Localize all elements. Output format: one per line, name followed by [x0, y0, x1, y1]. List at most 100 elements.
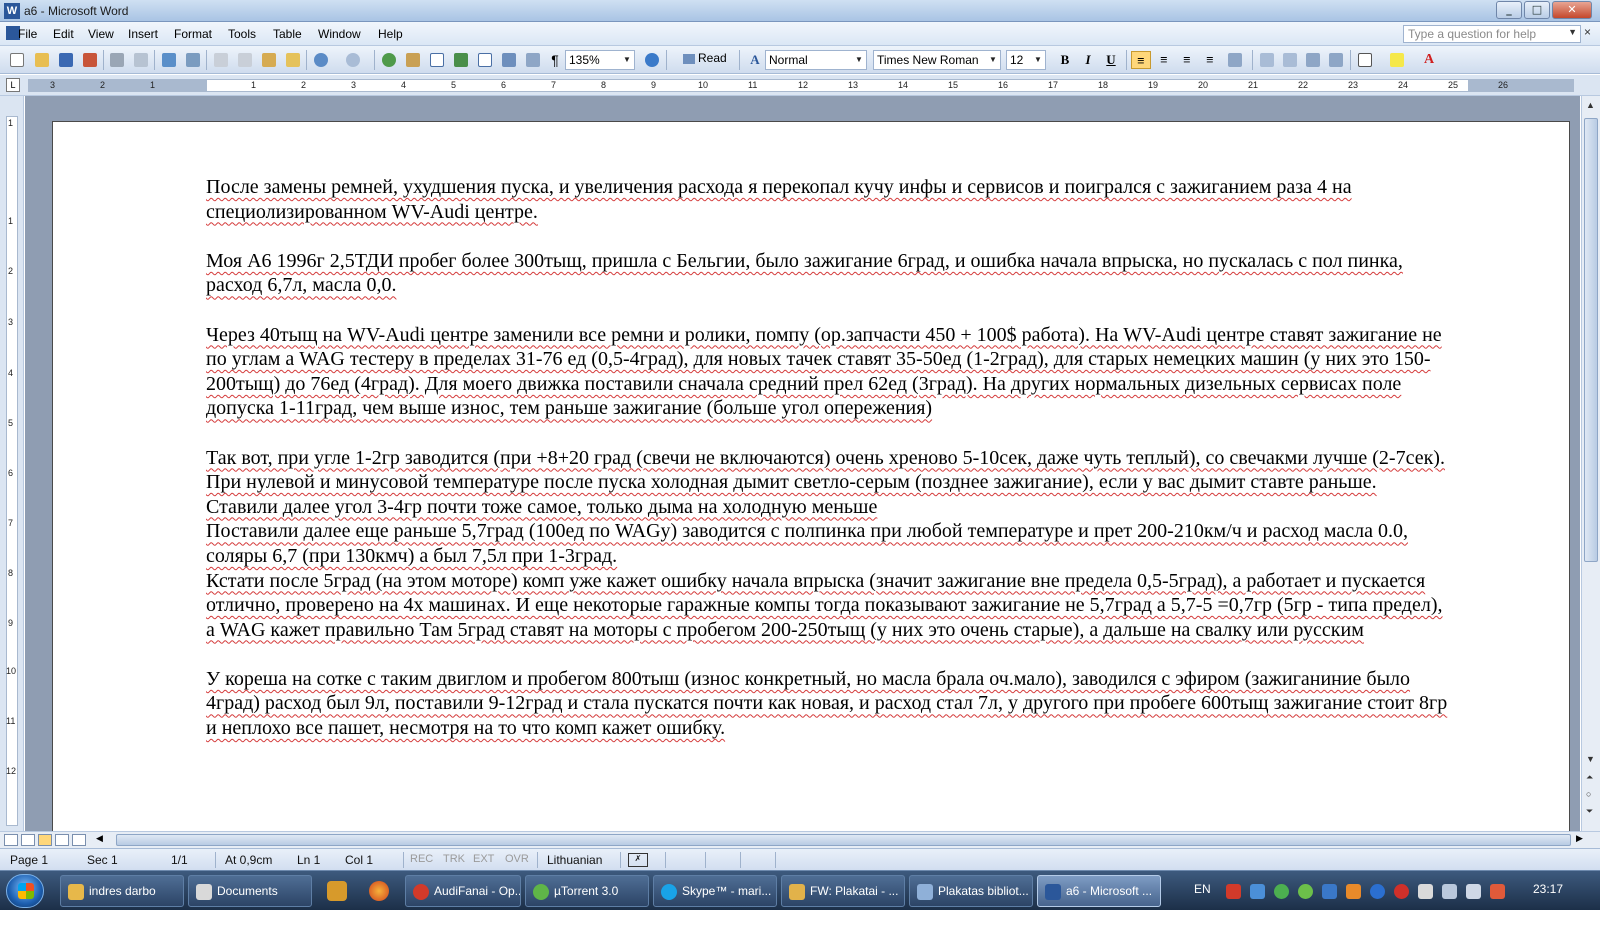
- tray-messenger-icon[interactable]: [1298, 884, 1313, 899]
- print-layout-icon[interactable]: [38, 834, 52, 846]
- menu-view[interactable]: View: [88, 27, 114, 41]
- scroll-right-icon[interactable]: ▶: [1576, 833, 1583, 844]
- taskbar-item[interactable]: Skype™ - mari...: [653, 875, 777, 907]
- chevron-down-icon[interactable]: ▼: [621, 52, 633, 68]
- taskbar-item-active[interactable]: a6 - Microsoft ...: [1037, 875, 1161, 907]
- maximize-button[interactable]: □: [1524, 1, 1550, 19]
- status-trk[interactable]: TRK: [443, 853, 465, 865]
- document-map-icon[interactable]: [524, 51, 542, 69]
- justify-button[interactable]: ≡: [1200, 51, 1220, 69]
- bluetooth-icon[interactable]: [1322, 884, 1337, 899]
- line-spacing-icon[interactable]: [1226, 51, 1244, 69]
- align-left-button[interactable]: ≡: [1131, 51, 1151, 69]
- reading-layout-icon[interactable]: [72, 834, 86, 846]
- select-browse-object-icon[interactable]: ○: [1586, 789, 1591, 799]
- hyperlink-icon[interactable]: [380, 51, 398, 69]
- tray-update-icon[interactable]: [1346, 884, 1361, 899]
- minimize-button[interactable]: _: [1496, 1, 1522, 19]
- show-hide-icon[interactable]: ¶: [546, 51, 564, 69]
- help-search-input[interactable]: Type a question for help ▼: [1403, 25, 1581, 43]
- menu-edit[interactable]: Edit: [53, 27, 74, 41]
- chevron-down-icon[interactable]: ▼: [987, 52, 999, 68]
- underline-button[interactable]: U: [1101, 51, 1121, 69]
- italic-button[interactable]: I: [1078, 51, 1098, 69]
- normal-view-icon[interactable]: [4, 834, 18, 846]
- align-center-button[interactable]: ≡: [1154, 51, 1174, 69]
- horizontal-ruler[interactable]: L 3 2 1 1 2 3 4 5 6 7 8 9 10 11 12 13 14…: [0, 75, 1600, 96]
- paragraph[interactable]: Поставили далее еще раньше 5,7град (100е…: [206, 519, 1451, 568]
- firefox-icon[interactable]: [369, 881, 389, 901]
- borders-icon[interactable]: [1356, 51, 1374, 69]
- taskbar-item[interactable]: µTorrent 3.0: [525, 875, 649, 907]
- input-language[interactable]: EN: [1194, 882, 1211, 896]
- taskbar-item[interactable]: indres darbo: [60, 875, 184, 907]
- scroll-left-icon[interactable]: ◀: [96, 833, 103, 844]
- previous-page-icon[interactable]: ⏶: [1586, 772, 1593, 783]
- paragraph[interactable]: Через 40тыщ на WV-Audi центре заменили в…: [206, 323, 1451, 421]
- open-folder-icon[interactable]: [33, 51, 51, 69]
- taskbar-item[interactable]: FW: Plakatai - ...: [781, 875, 905, 907]
- print-preview-icon[interactable]: [132, 51, 150, 69]
- paragraph[interactable]: Ставили далее угол 3-4гр почти тоже само…: [206, 495, 1451, 520]
- format-painter-icon[interactable]: [284, 51, 302, 69]
- status-ovr[interactable]: OVR: [505, 853, 529, 865]
- document-body[interactable]: После замены ремней, ухудшения пуска, и …: [206, 175, 1451, 741]
- close-button[interactable]: ✕: [1552, 1, 1592, 19]
- spelling-icon[interactable]: [160, 51, 178, 69]
- menu-window[interactable]: Window: [318, 27, 361, 41]
- tables-borders-icon[interactable]: [404, 51, 422, 69]
- help-icon[interactable]: [643, 51, 661, 69]
- paste-icon[interactable]: [260, 51, 278, 69]
- insert-excel-icon[interactable]: [452, 51, 470, 69]
- paragraph[interactable]: У кореша на сотке с таким двиглом и проб…: [206, 667, 1451, 741]
- document-page[interactable]: После замены ремней, ухудшения пуска, и …: [52, 121, 1570, 831]
- spelling-status-icon[interactable]: ✗: [628, 853, 648, 867]
- tray-flag-icon[interactable]: [1490, 884, 1505, 899]
- chevron-down-icon[interactable]: ▼: [853, 52, 865, 68]
- redo-icon[interactable]: [344, 51, 362, 69]
- cut-icon[interactable]: [212, 51, 230, 69]
- bold-button[interactable]: B: [1055, 51, 1075, 69]
- menu-table[interactable]: Table: [273, 27, 302, 41]
- volume-icon[interactable]: [1466, 884, 1481, 899]
- scroll-down-icon[interactable]: ▼: [1586, 754, 1595, 764]
- drawing-icon[interactable]: [500, 51, 518, 69]
- new-document-icon[interactable]: [8, 51, 26, 69]
- tray-network-icon[interactable]: [1250, 884, 1265, 899]
- tab-selector[interactable]: L: [6, 78, 20, 92]
- research-icon[interactable]: [184, 51, 202, 69]
- copy-icon[interactable]: [236, 51, 254, 69]
- font-color-icon[interactable]: A: [1420, 51, 1438, 69]
- menu-help[interactable]: Help: [378, 27, 403, 41]
- paragraph[interactable]: Моя А6 1996г 2,5ТДИ пробег более 300тыщ,…: [206, 249, 1451, 298]
- media-player-icon[interactable]: [327, 881, 347, 901]
- read-button[interactable]: Read: [683, 51, 733, 69]
- chevron-down-icon[interactable]: ▼: [1032, 52, 1044, 68]
- paragraph[interactable]: Кстати после 5град (на этом моторе) комп…: [206, 569, 1451, 643]
- tray-power-icon[interactable]: [1370, 884, 1385, 899]
- align-right-button[interactable]: ≡: [1177, 51, 1197, 69]
- numbering-icon[interactable]: [1258, 51, 1276, 69]
- paragraph[interactable]: Так вот, при угле 1-2гр заводится (при +…: [206, 446, 1451, 495]
- signal-strength-icon[interactable]: [1442, 884, 1457, 899]
- vertical-ruler[interactable]: 1 1 2 3 4 5 6 7 8 9 10 11 12: [0, 96, 24, 831]
- increase-indent-icon[interactable]: [1327, 51, 1345, 69]
- undo-icon[interactable]: [312, 51, 330, 69]
- next-page-icon[interactable]: ⏷: [1586, 806, 1593, 817]
- start-button[interactable]: [6, 874, 44, 908]
- save-icon[interactable]: [57, 51, 75, 69]
- print-icon[interactable]: [108, 51, 126, 69]
- zoom-select[interactable]: 135% ▼: [565, 50, 635, 70]
- document-workspace[interactable]: После замены ремней, ухудшения пуска, и …: [25, 96, 1580, 831]
- horizontal-scrollbar[interactable]: ◀ ▶: [0, 831, 1600, 848]
- bullets-icon[interactable]: [1281, 51, 1299, 69]
- columns-icon[interactable]: [476, 51, 494, 69]
- scroll-thumb[interactable]: [1584, 118, 1598, 562]
- styles-formatting-icon[interactable]: A: [746, 51, 764, 69]
- insert-table-icon[interactable]: [428, 51, 446, 69]
- taskbar-item[interactable]: Plakatas bibliot...: [909, 875, 1033, 907]
- tray-green-icon[interactable]: [1274, 884, 1289, 899]
- style-select[interactable]: Normal ▼: [765, 50, 867, 70]
- taskbar-item[interactable]: Documents: [188, 875, 312, 907]
- font-size-select[interactable]: 12 ▼: [1006, 50, 1046, 70]
